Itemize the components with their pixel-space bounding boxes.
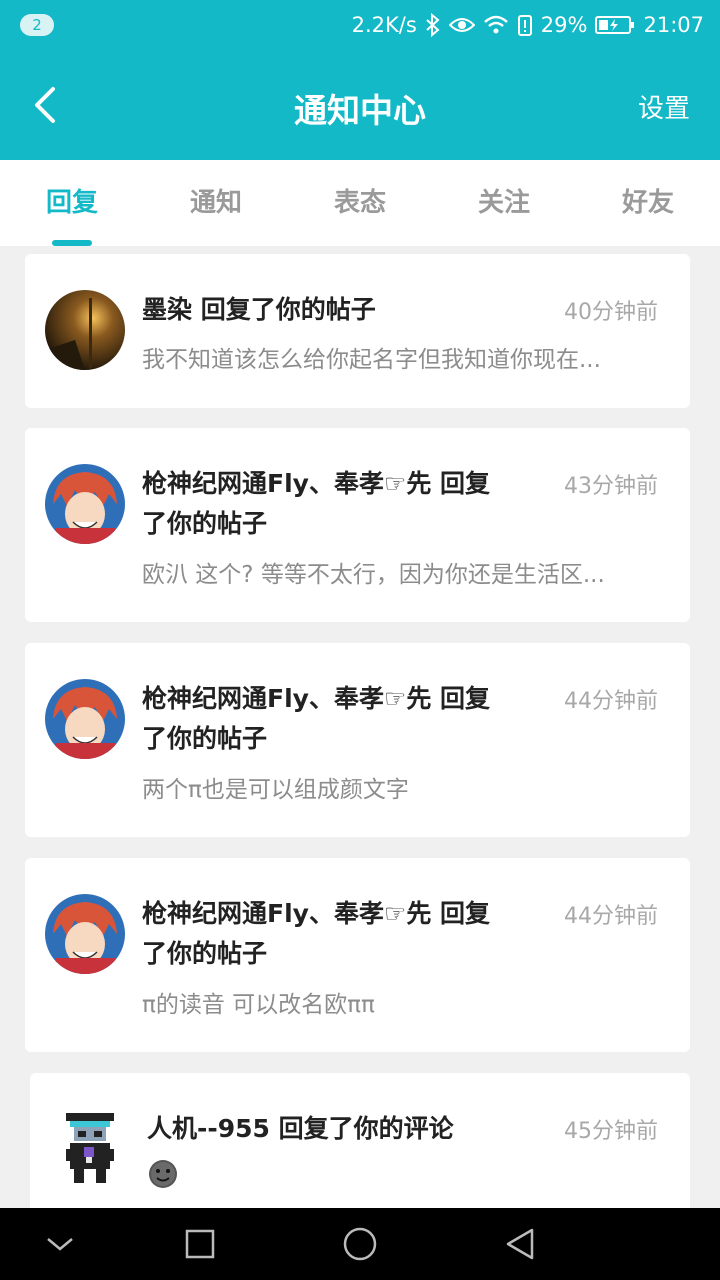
battery-icon [595, 15, 635, 35]
notification-item[interactable]: 人机--955 回复了你的评论 45分钟前 [30, 1073, 690, 1213]
eye-icon [448, 15, 475, 35]
notification-title: 人机--955 回复了你的评论 [147, 1114, 454, 1143]
notification-snippet: 我不知道该怎么给你起名字但我知道你现在... [142, 347, 601, 373]
chevron-down-icon [47, 1238, 73, 1251]
status-icons: 2.2K/s 29% 21:07 [352, 0, 704, 50]
nav-home-button[interactable] [320, 1208, 400, 1280]
notification-item[interactable]: 墨染 回复了你的帖子 40分钟前 我不知道该怎么给你起名字但我知道你现在... [25, 254, 690, 408]
notification-count-badge: 2 [20, 14, 54, 36]
square-icon [185, 1229, 215, 1259]
notification-time: 44分钟前 [564, 904, 658, 929]
notification-item[interactable]: 枪神纪网通Fly、奉孝☞先 回复 了你的帖子 43分钟前 欧汃 这个? 等等不太… [25, 428, 690, 622]
net-speed: 2.2K/s [351, 13, 417, 37]
notification-title-line: 枪神纪网通Fly、奉孝☞先 回复 [142, 684, 491, 713]
status-bar: 2 2.2K/s 29% 21:07 [0, 0, 720, 50]
notification-item[interactable]: 枪神纪网通Fly、奉孝☞先 回复 了你的帖子 44分钟前 π的读音 可以改名欧π… [25, 858, 690, 1052]
app-header: 通知中心 设置 [0, 50, 720, 160]
active-tab-indicator [52, 240, 92, 246]
notification-time: 43分钟前 [564, 474, 658, 499]
notification-time: 44分钟前 [564, 689, 658, 714]
notification-snippet: 两个π也是可以组成颜文字 [142, 777, 409, 803]
notification-title: 枪神纪网通Fly、奉孝☞先 回复 了你的帖子 [142, 464, 537, 544]
tab-bar: 回复 通知 表态 关注 好友 [0, 160, 720, 246]
avatar[interactable] [54, 1109, 134, 1189]
bluetooth-icon [425, 13, 441, 37]
battery-percent: 29% [540, 13, 588, 37]
avatar[interactable] [45, 464, 125, 544]
notification-title: 枪神纪网通Fly、奉孝☞先 回复 了你的帖子 [142, 894, 537, 974]
tab-replies[interactable]: 回复 [12, 160, 132, 246]
battery-alert-icon [517, 13, 533, 37]
avatar[interactable] [45, 894, 125, 974]
tab-reactions[interactable]: 表态 [300, 160, 420, 246]
wifi-icon [483, 15, 509, 35]
notification-title-line: 了你的帖子 [142, 939, 268, 968]
notification-title: 墨染 回复了你的帖子 [142, 295, 376, 324]
nav-back-button[interactable] [480, 1208, 560, 1280]
page-title: 通知中心 [294, 91, 426, 130]
notification-title-line: 枪神纪网通Fly、奉孝☞先 回复 [142, 469, 491, 498]
avatar[interactable] [45, 290, 125, 370]
notification-title-line: 了你的帖子 [142, 509, 268, 538]
notification-snippet: π的读音 可以改名欧ππ [142, 992, 375, 1018]
notification-title: 枪神纪网通Fly、奉孝☞先 回复 了你的帖子 [142, 679, 537, 759]
notification-item[interactable]: 枪神纪网通Fly、奉孝☞先 回复 了你的帖子 44分钟前 两个π也是可以组成颜文… [25, 643, 690, 837]
system-nav-bar [0, 1208, 720, 1280]
notification-title-line: 枪神纪网通Fly、奉孝☞先 回复 [142, 899, 491, 928]
nav-recents-button[interactable] [160, 1208, 240, 1280]
tab-friends[interactable]: 好友 [588, 160, 708, 246]
emoji-sticker-icon [148, 1159, 178, 1193]
triangle-back-icon [506, 1228, 534, 1260]
clock: 21:07 [643, 13, 704, 37]
nav-collapse-button[interactable] [20, 1208, 100, 1280]
settings-button[interactable]: 设置 [638, 88, 690, 125]
notification-snippet: 欧汃 这个? 等等不太行，因为你还是生活区... [142, 562, 605, 588]
tab-follows[interactable]: 关注 [444, 160, 564, 246]
notification-title-line: 了你的帖子 [142, 724, 268, 753]
notification-time: 45分钟前 [564, 1119, 658, 1144]
tab-notices[interactable]: 通知 [156, 160, 276, 246]
circle-icon [343, 1227, 377, 1261]
notification-time: 40分钟前 [564, 300, 658, 325]
avatar[interactable] [45, 679, 125, 759]
